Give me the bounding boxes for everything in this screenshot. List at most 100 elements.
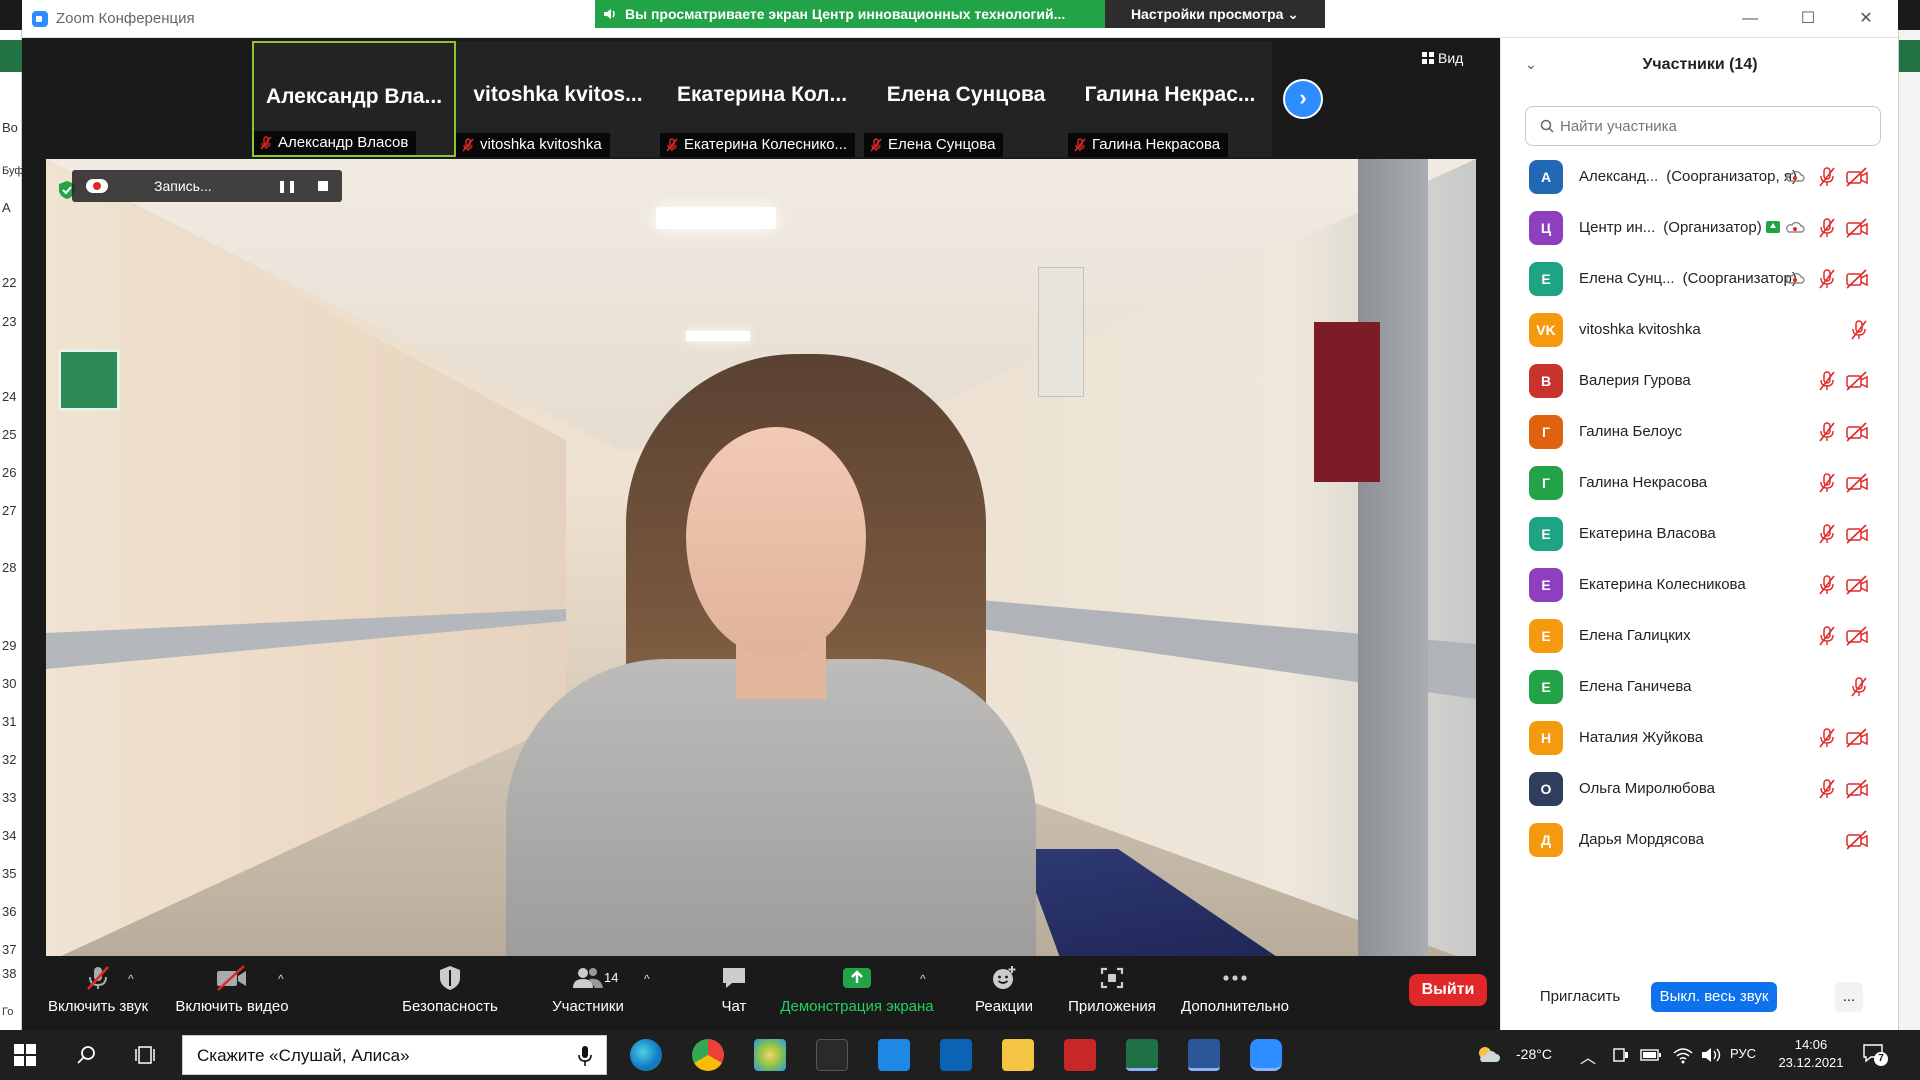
view-button[interactable]: Вид xyxy=(1422,50,1463,66)
pdf-reader-icon[interactable] xyxy=(1064,1039,1096,1071)
camera-off-icon[interactable] xyxy=(1845,421,1869,443)
participant-thumbnail[interactable]: Александр Вла... Александр Власов xyxy=(252,41,456,157)
voice-search-box[interactable]: Скажите «Слушай, Алиса» xyxy=(182,1035,607,1075)
mic-muted-icon[interactable] xyxy=(1817,625,1837,647)
word-app-icon[interactable] xyxy=(1188,1039,1220,1071)
edge-browser-icon[interactable] xyxy=(630,1039,662,1071)
zoom-app-icon[interactable] xyxy=(1250,1039,1282,1071)
camera-off-icon[interactable] xyxy=(1845,625,1869,647)
camera-off-icon[interactable] xyxy=(1845,370,1869,392)
notifications-button[interactable]: 7 xyxy=(1862,1042,1888,1068)
participant-row[interactable]: Е Елена Галицких xyxy=(1501,611,1899,662)
minimize-button[interactable]: — xyxy=(1728,6,1772,32)
participant-thumbnail[interactable]: vitoshka kvitos... vitoshka kvitoshka xyxy=(456,41,660,157)
participant-thumbnail[interactable]: Екатерина Кол... Екатерина Колеснико... xyxy=(660,41,864,157)
leave-button[interactable]: Выйти xyxy=(1409,974,1487,1006)
mic-muted-icon[interactable] xyxy=(1817,472,1837,494)
calendar-app-icon[interactable] xyxy=(878,1039,910,1071)
taskbar-search-icon[interactable] xyxy=(76,1044,98,1066)
security-button[interactable]: Безопасность xyxy=(390,960,510,1026)
participant-row[interactable]: VK vitoshka kvitoshka xyxy=(1501,305,1899,356)
camera-off-icon[interactable] xyxy=(1845,268,1869,290)
participant-thumbnail[interactable]: Елена Сунцова Елена Сунцова xyxy=(864,41,1068,157)
microphone-icon[interactable] xyxy=(578,1045,592,1067)
camera-off-icon[interactable] xyxy=(1845,829,1869,851)
participants-options-caret[interactable]: ^ xyxy=(644,972,650,986)
share-screen-button[interactable]: Демонстрация экрана xyxy=(772,960,942,1026)
mic-muted-icon[interactable] xyxy=(1817,166,1837,188)
chat-button[interactable]: Чат xyxy=(694,960,774,1026)
view-settings-button[interactable]: Настройки просмотра ⌄ xyxy=(1105,0,1325,28)
audio-options-caret[interactable]: ^ xyxy=(128,972,134,986)
close-button[interactable]: ✕ xyxy=(1844,6,1888,32)
camera-off-icon[interactable] xyxy=(1845,166,1869,188)
chrome-browser-icon[interactable] xyxy=(692,1039,724,1071)
share-options-caret[interactable]: ^ xyxy=(920,972,926,986)
invite-button[interactable]: Пригласить xyxy=(1525,982,1635,1012)
wifi-icon[interactable] xyxy=(1672,1046,1694,1064)
app-launcher-icon[interactable] xyxy=(816,1039,848,1071)
participant-row[interactable]: Н Наталия Жуйкова xyxy=(1501,713,1899,764)
mic-muted-icon[interactable] xyxy=(1817,217,1837,239)
reactions-button[interactable]: Реакции xyxy=(954,960,1054,1026)
system-clock[interactable]: 14:06 23.12.2021 xyxy=(1776,1036,1846,1072)
windows-start-icon[interactable] xyxy=(14,1044,36,1066)
mic-muted-icon[interactable] xyxy=(1817,523,1837,545)
stop-recording-button[interactable] xyxy=(308,170,338,202)
task-view-icon[interactable] xyxy=(134,1044,156,1066)
participant-row[interactable]: Е Елена Ганичева xyxy=(1501,662,1899,713)
participant-row[interactable]: В Валерия Гурова xyxy=(1501,356,1899,407)
participant-row[interactable]: Е Екатерина Власова xyxy=(1501,509,1899,560)
mic-muted-icon[interactable] xyxy=(1817,370,1837,392)
excel-app-icon[interactable] xyxy=(1126,1039,1158,1071)
participant-search-input[interactable] xyxy=(1560,115,1860,137)
mic-muted-icon[interactable] xyxy=(1817,574,1837,596)
participant-search[interactable] xyxy=(1525,106,1881,146)
file-explorer-icon[interactable] xyxy=(1002,1039,1034,1071)
pause-recording-button[interactable]: ❚❚ xyxy=(272,170,302,202)
participant-row[interactable]: А Александ... (Соорганизатор, я) xyxy=(1501,152,1899,203)
bg-label: Го xyxy=(2,1006,14,1018)
language-indicator[interactable]: РУС xyxy=(1730,1046,1756,1061)
camera-off-icon[interactable] xyxy=(1845,472,1869,494)
paint-app-icon[interactable] xyxy=(754,1039,786,1071)
apps-button[interactable]: Приложения xyxy=(1052,960,1172,1026)
participant-row[interactable]: О Ольга Миролюбова xyxy=(1501,764,1899,815)
unmute-button[interactable]: Включить звук xyxy=(34,960,162,1026)
participant-row[interactable]: Ц Центр ин... (Организатор) xyxy=(1501,203,1899,254)
mic-muted-icon[interactable] xyxy=(1817,268,1837,290)
camera-off-icon[interactable] xyxy=(1845,727,1869,749)
camera-off-icon[interactable] xyxy=(1845,217,1869,239)
avatar: Е xyxy=(1529,517,1563,551)
battery-icon[interactable] xyxy=(1640,1046,1662,1064)
device-icon[interactable] xyxy=(1612,1046,1630,1064)
mute-all-button[interactable]: Выкл. весь звук xyxy=(1651,982,1777,1012)
camera-off-icon[interactable] xyxy=(1845,574,1869,596)
mic-muted-icon[interactable] xyxy=(1817,778,1837,800)
mail-app-icon[interactable] xyxy=(940,1039,972,1071)
participants-button[interactable]: Участники xyxy=(534,960,642,1026)
volume-icon[interactable] xyxy=(1700,1046,1722,1064)
zoom-window: Zoom Конференция — ☐ ✕ Вы просматриваете… xyxy=(22,0,1898,1030)
more-button[interactable]: Дополнительно xyxy=(1170,960,1300,1026)
start-video-button[interactable]: Включить видео xyxy=(166,960,298,1026)
video-options-caret[interactable]: ^ xyxy=(278,972,284,986)
tray-chevron-icon[interactable]: ︿ xyxy=(1580,1044,1596,1068)
participant-row[interactable]: Е Екатерина Колесникова xyxy=(1501,560,1899,611)
participant-row[interactable]: Г Галина Белоус xyxy=(1501,407,1899,458)
panel-more-button[interactable]: ... xyxy=(1835,982,1863,1012)
weather-widget[interactable] xyxy=(1476,1030,1516,1080)
next-page-button[interactable]: › xyxy=(1283,79,1323,119)
mic-muted-icon[interactable] xyxy=(1849,676,1869,698)
camera-off-icon[interactable] xyxy=(1845,523,1869,545)
avatar: VK xyxy=(1529,313,1563,347)
camera-off-icon[interactable] xyxy=(1845,778,1869,800)
participant-row[interactable]: Г Галина Некрасова xyxy=(1501,458,1899,509)
participant-thumbnail[interactable]: Галина Некрас... Галина Некрасова xyxy=(1068,41,1272,157)
mic-muted-icon[interactable] xyxy=(1817,421,1837,443)
participant-row[interactable]: Д Дарья Мордясова xyxy=(1501,815,1899,866)
mic-muted-icon[interactable] xyxy=(1849,319,1869,341)
participant-row[interactable]: Е Елена Сунц... (Соорганизатор) xyxy=(1501,254,1899,305)
mic-muted-icon[interactable] xyxy=(1817,727,1837,749)
maximize-button[interactable]: ☐ xyxy=(1786,6,1830,32)
